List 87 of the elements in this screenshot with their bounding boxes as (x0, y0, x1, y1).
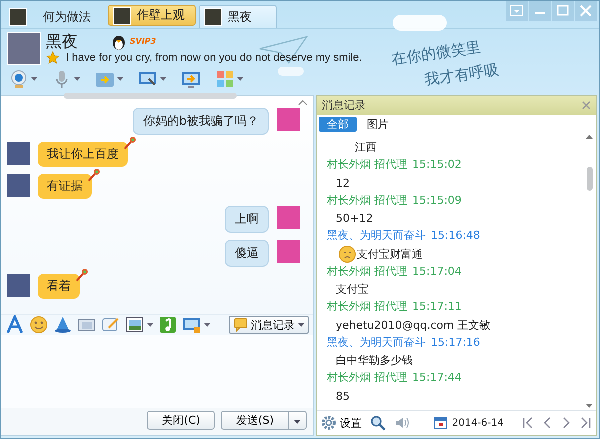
caret-icon (298, 323, 305, 327)
avatar-placeholder (204, 8, 222, 26)
caret-icon[interactable] (160, 77, 167, 81)
cloud-drawing (393, 15, 447, 31)
message-text: 白中华勒多少钱 (336, 353, 413, 369)
avatar-placeholder (277, 206, 300, 229)
caret-icon[interactable] (117, 77, 124, 81)
caret-icon[interactable] (74, 77, 81, 81)
scroll-up-icon[interactable] (586, 135, 593, 139)
music-note-icon[interactable] (158, 315, 178, 335)
close-button[interactable]: 关闭(C) (147, 411, 216, 430)
avatar-placeholder (7, 174, 30, 197)
chat-tab[interactable]: 黑夜 (199, 5, 277, 28)
avatar-placeholder (7, 32, 41, 65)
message-time: 15:17:11 (412, 299, 462, 315)
caret-icon[interactable] (237, 77, 244, 81)
image-icon[interactable] (125, 315, 145, 335)
filter-tab[interactable]: 图片 (359, 117, 397, 132)
avatar-placeholder (7, 142, 30, 165)
sender-name: 村长外烟 招代理 (327, 157, 408, 173)
message-text: 85 (336, 388, 350, 404)
avatar-placeholder (277, 240, 300, 263)
penguin-icon (112, 34, 126, 50)
message-text: 12 (336, 176, 350, 192)
vip-level-text: SVIP3 (130, 37, 156, 46)
font-icon[interactable] (5, 315, 25, 335)
message-bubble: 上啊 (225, 206, 269, 233)
speaker-icon[interactable] (394, 415, 410, 431)
chat-bubble-icon (234, 318, 248, 332)
chat-tab[interactable]: 作壁上观 (108, 5, 196, 26)
send-options-button[interactable] (288, 411, 307, 430)
screen-share-icon[interactable] (181, 69, 201, 89)
scrollbar[interactable] (64, 93, 237, 99)
message-text: 支付宝财富通 (357, 246, 423, 262)
message-time: 15:15:02 (412, 157, 462, 173)
message-bubble: 傻逼 (225, 240, 269, 267)
history-button[interactable]: 消息记录 (229, 316, 309, 334)
scroll-down-icon[interactable] (586, 404, 593, 408)
chat-tab[interactable]: 何为做法 (5, 6, 105, 28)
webcam-icon[interactable] (9, 69, 29, 89)
last-page-icon[interactable] (579, 416, 592, 430)
sender-name: 村长外烟 招代理 (327, 299, 408, 315)
contact-name: 黑夜 (46, 32, 78, 51)
caret-icon[interactable] (31, 77, 38, 81)
avatar-placeholder (7, 274, 30, 297)
filter-tab[interactable]: 全部 (319, 117, 357, 132)
smiley-icon[interactable] (29, 315, 49, 335)
frown-emoji-icon (339, 246, 356, 262)
message-time: 15:17:44 (412, 370, 462, 386)
cloud-drawing (278, 67, 304, 76)
first-page-icon[interactable] (522, 416, 535, 430)
message-bubble: 你妈的b被我骗了吗？ (133, 108, 269, 135)
collapse-icon[interactable] (298, 99, 308, 105)
app-grid-icon[interactable] (215, 69, 235, 89)
message-time: 15:16:48 (431, 228, 480, 244)
avatar-placeholder (277, 108, 300, 131)
star-icon (46, 51, 60, 65)
message-text: 50+12 (336, 211, 374, 227)
settings-button[interactable]: 设置 (321, 415, 362, 431)
wizard-hat-icon[interactable] (53, 315, 73, 335)
message-time: 15:17:16 (431, 334, 480, 350)
message-time: 15:17:04 (412, 264, 462, 280)
signature-text: I have for you cry, from now on you do not deserve my smile. (66, 51, 362, 65)
caret-icon[interactable] (204, 323, 211, 327)
caret-icon (294, 420, 301, 424)
message-text: 支付宝 (336, 282, 369, 298)
sender-name: 黑夜、为明天而奋斗 (327, 228, 426, 244)
message-time: 15:15:09 (412, 192, 462, 208)
send-button[interactable]: 发送(S) (221, 411, 288, 430)
calendar-icon[interactable] (434, 416, 448, 430)
gear-icon (321, 415, 337, 431)
avatar-placeholder (9, 8, 27, 26)
sender-name: 村长外烟 招代理 (327, 264, 408, 280)
search-icon[interactable] (370, 415, 386, 431)
sender-name: 黑夜、为明天而奋斗 (327, 334, 426, 350)
panel-title: 消息记录 (322, 98, 366, 113)
sender-name: 村长外烟 招代理 (327, 370, 408, 386)
date-text: 2014-6-14 (452, 418, 504, 428)
caret-icon[interactable] (147, 323, 154, 327)
handwritten-text: 我才有呼吸 (424, 60, 501, 90)
message-text: 江西 (355, 140, 377, 156)
avatar-placeholder (113, 6, 131, 24)
screenshot-icon[interactable] (182, 315, 202, 335)
sender-name: 村长外烟 招代理 (327, 192, 408, 208)
scrollbar-thumb[interactable] (586, 167, 592, 191)
message-text: yehetu2010@qq.com 王文敏 (336, 318, 491, 334)
close-icon[interactable] (582, 101, 591, 110)
